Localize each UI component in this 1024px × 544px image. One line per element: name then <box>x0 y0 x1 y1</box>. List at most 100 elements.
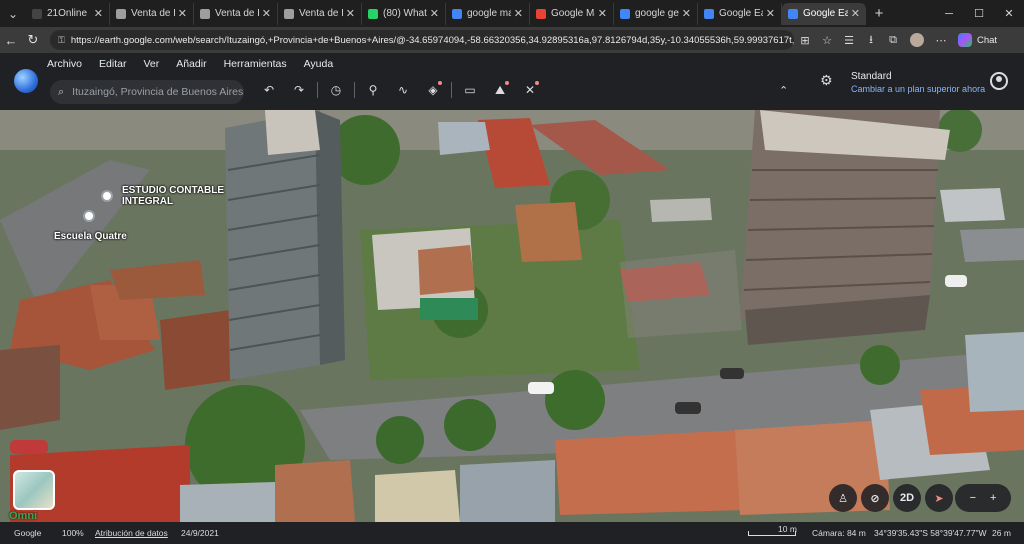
close-tab-icon[interactable]: ✕ <box>262 7 271 20</box>
settings-gear-icon[interactable]: ⚙ <box>820 72 833 89</box>
browser-tab[interactable]: Google Earth✕ <box>782 2 866 25</box>
copilot-chat-button[interactable]: Chat <box>958 33 997 47</box>
browser-tab[interactable]: (80) WhatsApp✕ <box>362 2 446 25</box>
maximize-icon[interactable]: ☐ <box>964 0 994 27</box>
tab-favicon-icon <box>620 8 630 19</box>
screenshot-icon[interactable]: ⧉ <box>882 34 904 47</box>
menu-archivo[interactable]: Archivo <box>47 58 82 70</box>
aerial-imagery <box>0 110 1024 522</box>
notification-dot <box>505 80 509 85</box>
tab-title: google maps <box>467 8 511 19</box>
close-tab-icon[interactable]: ✕ <box>766 7 775 20</box>
path-icon[interactable]: ∿ <box>388 83 418 97</box>
tab-title: 21Online <box>47 8 88 19</box>
browser-tab[interactable]: google maps✕ <box>446 2 530 25</box>
menu-anadir[interactable]: Añadir <box>176 58 206 70</box>
earth-menu-bar: Archivo Editar Ver Añadir Herramientas A… <box>47 58 350 70</box>
close-tab-icon[interactable]: ✕ <box>346 7 355 20</box>
close-tab-icon[interactable]: ✕ <box>178 7 187 20</box>
account-icon[interactable] <box>990 72 1008 90</box>
tab-title: Venta de Lote <box>299 8 343 19</box>
favorites-icon[interactable]: ☰ <box>838 34 860 47</box>
back-icon[interactable]: ← <box>0 33 22 48</box>
browser-tab-strip: ⌄ 21Online✕Venta de Lote✕Venta de Lote✕V… <box>0 0 1024 27</box>
zoom-level: 100% <box>62 528 84 538</box>
favorite-star-icon[interactable]: ☆ <box>816 34 838 47</box>
close-tab-icon[interactable]: ✕ <box>682 7 691 20</box>
browser-tab[interactable]: Venta de Lote✕ <box>110 2 194 25</box>
tab-favicon-icon <box>284 8 294 19</box>
close-tab-icon[interactable]: ✕ <box>514 7 523 20</box>
close-tab-icon[interactable]: ✕ <box>851 7 860 20</box>
coordinates: 34°39'35.43"S 58°39'47.77"W <box>874 528 987 538</box>
historical-imagery-icon[interactable]: ◷ <box>321 83 351 97</box>
search-input[interactable]: ⌕ Ituzaingó, Provincia de Buenos Aires <box>50 80 244 104</box>
placemark-icon[interactable]: ⚲ <box>358 83 388 97</box>
tab-favicon-icon <box>32 8 42 19</box>
browser-tab[interactable]: Venta de Lote✕ <box>194 2 278 25</box>
browser-tab[interactable]: google gear✕ <box>614 2 698 25</box>
tab-actions-menu-icon[interactable]: ⌄ <box>0 0 26 27</box>
chat-label: Chat <box>977 34 998 46</box>
toolbar-divider <box>451 82 452 98</box>
minimap-thumbnail[interactable] <box>13 470 55 510</box>
map-style-icon[interactable]: ⛰ <box>485 80 515 98</box>
scale-bar <box>748 531 796 536</box>
close-tab-icon[interactable]: ✕ <box>430 7 439 20</box>
tab-title: Venta de Lote <box>131 8 175 19</box>
new-tab-button[interactable]: + <box>866 5 892 22</box>
poi-label-estudio[interactable]: ESTUDIO CONTABLE INTEGRAL <box>122 185 224 207</box>
collapse-toolbar-icon[interactable]: ⌃ <box>779 84 788 97</box>
place-pin-icon[interactable] <box>101 190 113 202</box>
google-earth-logo-icon[interactable] <box>14 69 38 93</box>
plan-title: Standard <box>851 71 892 82</box>
toggle-2d-button[interactable]: 2D <box>893 484 921 512</box>
pegman-icon[interactable]: ♙ <box>829 484 857 512</box>
measure-icon[interactable]: ▭ <box>455 83 485 97</box>
compass-reset-icon[interactable]: ⊘ <box>861 484 889 512</box>
tab-favicon-icon <box>452 8 462 19</box>
close-tab-icon[interactable]: ✕ <box>94 7 103 20</box>
compass-icon[interactable]: ➤ <box>925 484 953 512</box>
zoom-out-icon[interactable]: − <box>970 492 976 504</box>
tab-title: Venta de Lote <box>215 8 259 19</box>
google-brand: Google <box>14 528 42 538</box>
layers-icon[interactable]: ◈ <box>418 81 448 97</box>
tab-favicon-icon <box>368 8 378 19</box>
close-window-icon[interactable]: ✕ <box>994 0 1024 27</box>
browser-tab[interactable]: Google Maps✕ <box>530 2 614 25</box>
school-pin-icon[interactable] <box>83 210 95 222</box>
menu-herramientas[interactable]: Herramientas <box>224 58 287 70</box>
undo-icon[interactable]: ↶ <box>254 83 284 97</box>
more-options-icon[interactable]: ⋯ <box>930 34 952 47</box>
tab-title: Google Earth <box>803 8 848 19</box>
map-3d-view[interactable]: ESTUDIO CONTABLE INTEGRAL Escuela Quatre <box>0 110 1024 522</box>
zoom-in-icon[interactable]: + <box>990 492 996 504</box>
close-tab-icon[interactable]: ✕ <box>598 7 607 20</box>
browser-tab[interactable]: Google Earth✕ <box>698 2 782 25</box>
site-info-icon[interactable]: ⚿ <box>58 35 65 46</box>
menu-editar[interactable]: Editar <box>99 58 126 70</box>
minimize-icon[interactable]: ─ <box>934 0 964 27</box>
split-screen-icon[interactable]: ⊞ <box>794 34 816 47</box>
tab-favicon-icon <box>704 8 714 19</box>
browser-tab[interactable]: 21Online ✕ <box>26 2 110 25</box>
reload-icon[interactable]: ↻ <box>22 32 44 48</box>
tab-title: (80) WhatsApp <box>383 8 427 19</box>
menu-ayuda[interactable]: Ayuda <box>304 58 334 70</box>
tab-favicon-icon <box>788 8 798 19</box>
avatar[interactable] <box>910 33 924 47</box>
poi-label-escuela[interactable]: Escuela Quatre <box>54 231 127 242</box>
browser-toolbar: ← ↻ ⚿ https://earth.google.com/web/searc… <box>0 27 1024 53</box>
copilot-icon <box>958 33 972 47</box>
download-icon[interactable]: ⭳ <box>860 31 882 50</box>
browser-tab[interactable]: Venta de Lote✕ <box>278 2 362 25</box>
redo-icon[interactable]: ↷ <box>284 83 314 97</box>
tools-icon[interactable]: ✕ <box>515 81 545 97</box>
menu-ver[interactable]: Ver <box>143 58 159 70</box>
address-bar[interactable]: ⚿ https://earth.google.com/web/search/It… <box>50 30 794 50</box>
attribution-link[interactable]: Atribución de datos <box>95 528 168 538</box>
window-controls: ─ ☐ ✕ <box>934 0 1024 27</box>
upgrade-plan-link[interactable]: Cambiar a un plan superior ahora <box>851 83 985 96</box>
toolbar-divider <box>354 82 355 98</box>
